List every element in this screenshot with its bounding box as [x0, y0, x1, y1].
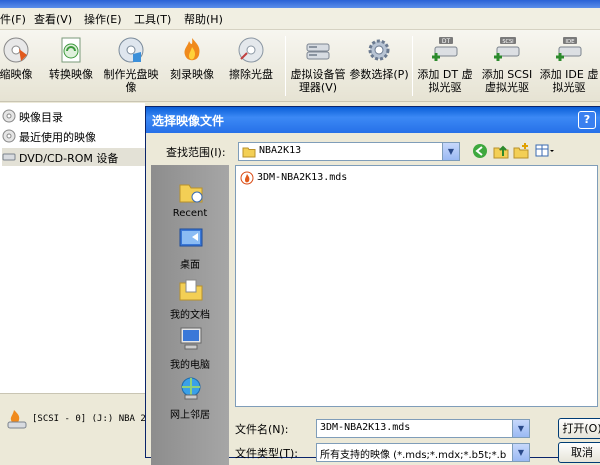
tree-item-label: 映像目录 — [19, 111, 63, 124]
toolbar-separator — [412, 36, 413, 96]
help-button[interactable]: ? — [578, 111, 596, 129]
convert-image-button[interactable]: 转换映像 — [42, 32, 100, 100]
look-in-label: 查找范围(I): — [166, 146, 226, 159]
folder-icon — [242, 147, 256, 158]
scsi-badge: SCSI — [502, 39, 513, 45]
recent-folder-icon — [179, 184, 203, 203]
my-documents-icon — [179, 279, 203, 301]
preferences-button[interactable]: 参数选择(P) — [348, 32, 410, 100]
virtual-device-manager-button[interactable]: 虚拟设备管理器(V) — [287, 32, 349, 100]
place-desktop[interactable]: 桌面 — [151, 225, 229, 273]
ide-badge: IDE — [565, 39, 575, 45]
preferences-label: 参数选择(P) — [349, 68, 409, 81]
menu-bar: 件(F) 查看(V) 操作(E) 工具(T) 帮助(H) — [0, 8, 600, 30]
recent-images-icon — [2, 129, 16, 143]
virtual-device-manager-label: 虚拟设备管理器(V) — [290, 68, 346, 94]
filetype-label: 文件类型(T): — [235, 447, 299, 460]
select-image-file-dialog: 选择映像文件 ? 查找范围(I): NBA2K13 ▼ Recent 桌面 我的… — [145, 106, 600, 465]
make-image-label: 缩映像 — [0, 68, 33, 81]
filetype-value: 所有支持的映像 (*.mds;*.mdx;*.b5t;*.b — [320, 450, 507, 461]
add-dt-drive-label: 添加 DT 虚拟光驱 — [417, 68, 473, 94]
convert-image-icon — [61, 37, 81, 63]
chevron-down-icon[interactable]: ▼ — [512, 420, 529, 437]
burn-image-icon — [184, 38, 200, 61]
window-title-bar — [0, 0, 600, 8]
view-menu-icon[interactable] — [534, 142, 556, 160]
desktop-icon — [179, 228, 203, 247]
tree-item-recent-images[interactable]: 最近使用的映像 — [2, 127, 145, 145]
menu-help[interactable]: 帮助(H) — [184, 11, 223, 27]
file-name: 3DM-NBA2K13.mds — [257, 172, 348, 183]
dvd-device-icon — [2, 153, 16, 161]
menu-view[interactable]: 查看(V) — [34, 11, 72, 27]
tree-item-label: 最近使用的映像 — [19, 131, 96, 144]
place-label: Recent — [172, 208, 208, 219]
menu-tools[interactable]: 工具(T) — [134, 11, 171, 27]
place-my-documents[interactable]: 我的文档 — [151, 275, 229, 323]
up-folder-icon[interactable] — [492, 142, 510, 160]
erase-disc-label: 擦除光盘 — [229, 68, 273, 81]
device-status-text: [SCSI - 0] (J:) NBA 2K — [32, 414, 152, 424]
tree-item-label: DVD/CD-ROM 设备 — [19, 152, 119, 165]
chevron-down-icon[interactable]: ▼ — [442, 143, 459, 160]
device-status-area: [SCSI - 0] (J:) NBA 2K — [0, 393, 151, 453]
erase-disc-icon — [238, 37, 264, 63]
new-folder-icon[interactable] — [512, 142, 530, 160]
make-image-button[interactable]: 缩映像 — [0, 32, 38, 100]
virtual-device-manager-icon — [306, 43, 330, 60]
preferences-gear-icon — [368, 39, 390, 61]
filename-label: 文件名(N): — [235, 423, 289, 436]
my-computer-icon — [180, 327, 202, 350]
tree-item-dvd-devices[interactable]: DVD/CD-ROM 设备 — [2, 148, 145, 166]
toolbar: 缩映像 转换映像 制作光盘映像 刻录映像 擦除光盘 虚拟设备管理器(V) 参数选… — [0, 30, 600, 102]
erase-disc-button[interactable]: 擦除光盘 — [222, 32, 280, 100]
filename-field[interactable]: 3DM-NBA2K13.mds ▼ — [316, 419, 530, 438]
open-button[interactable]: 打开(O) — [558, 418, 600, 439]
place-recent[interactable]: Recent — [151, 177, 229, 225]
menu-file[interactable]: 件(F) — [0, 11, 26, 27]
place-my-computer[interactable]: 我的电脑 — [151, 325, 229, 373]
tree-item-image-catalog[interactable]: 映像目录 — [2, 107, 145, 125]
add-scsi-drive-icon: SCSI — [494, 37, 520, 61]
add-ide-drive-label: 添加 IDE 虚拟光驱 — [539, 68, 599, 94]
image-tree-pane: 映像目录 最近使用的映像 DVD/CD-ROM 设备 — [0, 103, 145, 393]
look-in-combo[interactable]: NBA2K13 ▼ — [238, 142, 460, 161]
create-disc-image-icon — [118, 37, 144, 63]
burn-image-button[interactable]: 刻录映像 — [164, 32, 220, 100]
add-dt-drive-button[interactable]: DT 添加 DT 虚拟光驱 — [414, 32, 476, 100]
convert-image-label: 转换映像 — [49, 68, 93, 81]
back-icon[interactable] — [471, 142, 489, 160]
file-item[interactable]: 3DM-NBA2K13.mds — [240, 170, 440, 186]
place-label: 我的电脑 — [170, 360, 210, 371]
virtual-drive-icon[interactable] — [6, 408, 28, 430]
look-in-value: NBA2K13 — [259, 145, 302, 156]
image-catalog-icon — [2, 109, 16, 123]
make-image-icon — [3, 37, 29, 63]
add-scsi-drive-label: 添加 SCSI 虚拟光驱 — [481, 68, 533, 94]
burn-image-label: 刻录映像 — [170, 68, 214, 81]
network-places-icon — [181, 377, 201, 400]
place-label: 网上邻居 — [170, 410, 210, 421]
add-dt-drive-icon: DT — [432, 37, 458, 61]
create-disc-image-button[interactable]: 制作光盘映像 — [100, 32, 162, 100]
dialog-title-bar: 选择映像文件 ? — [146, 107, 600, 133]
toolbar-separator — [285, 36, 286, 96]
filename-value: 3DM-NBA2K13.mds — [320, 422, 411, 433]
places-bar: Recent 桌面 我的文档 我的电脑 网上邻居 — [151, 165, 229, 465]
dt-badge: DT — [442, 38, 451, 45]
add-ide-drive-button[interactable]: IDE 添加 IDE 虚拟光驱 — [538, 32, 600, 100]
dialog-title: 选择映像文件 — [152, 114, 225, 128]
menu-action[interactable]: 操作(E) — [84, 11, 122, 27]
file-list[interactable]: 3DM-NBA2K13.mds — [235, 165, 598, 407]
add-ide-drive-icon: IDE — [556, 37, 582, 61]
place-network[interactable]: 网上邻居 — [151, 375, 229, 423]
place-label: 我的文档 — [170, 310, 210, 321]
add-scsi-drive-button[interactable]: SCSI 添加 SCSI 虚拟光驱 — [476, 32, 538, 100]
create-disc-image-label: 制作光盘映像 — [103, 68, 159, 94]
daemon-file-icon — [240, 171, 254, 185]
place-label: 桌面 — [180, 260, 200, 271]
